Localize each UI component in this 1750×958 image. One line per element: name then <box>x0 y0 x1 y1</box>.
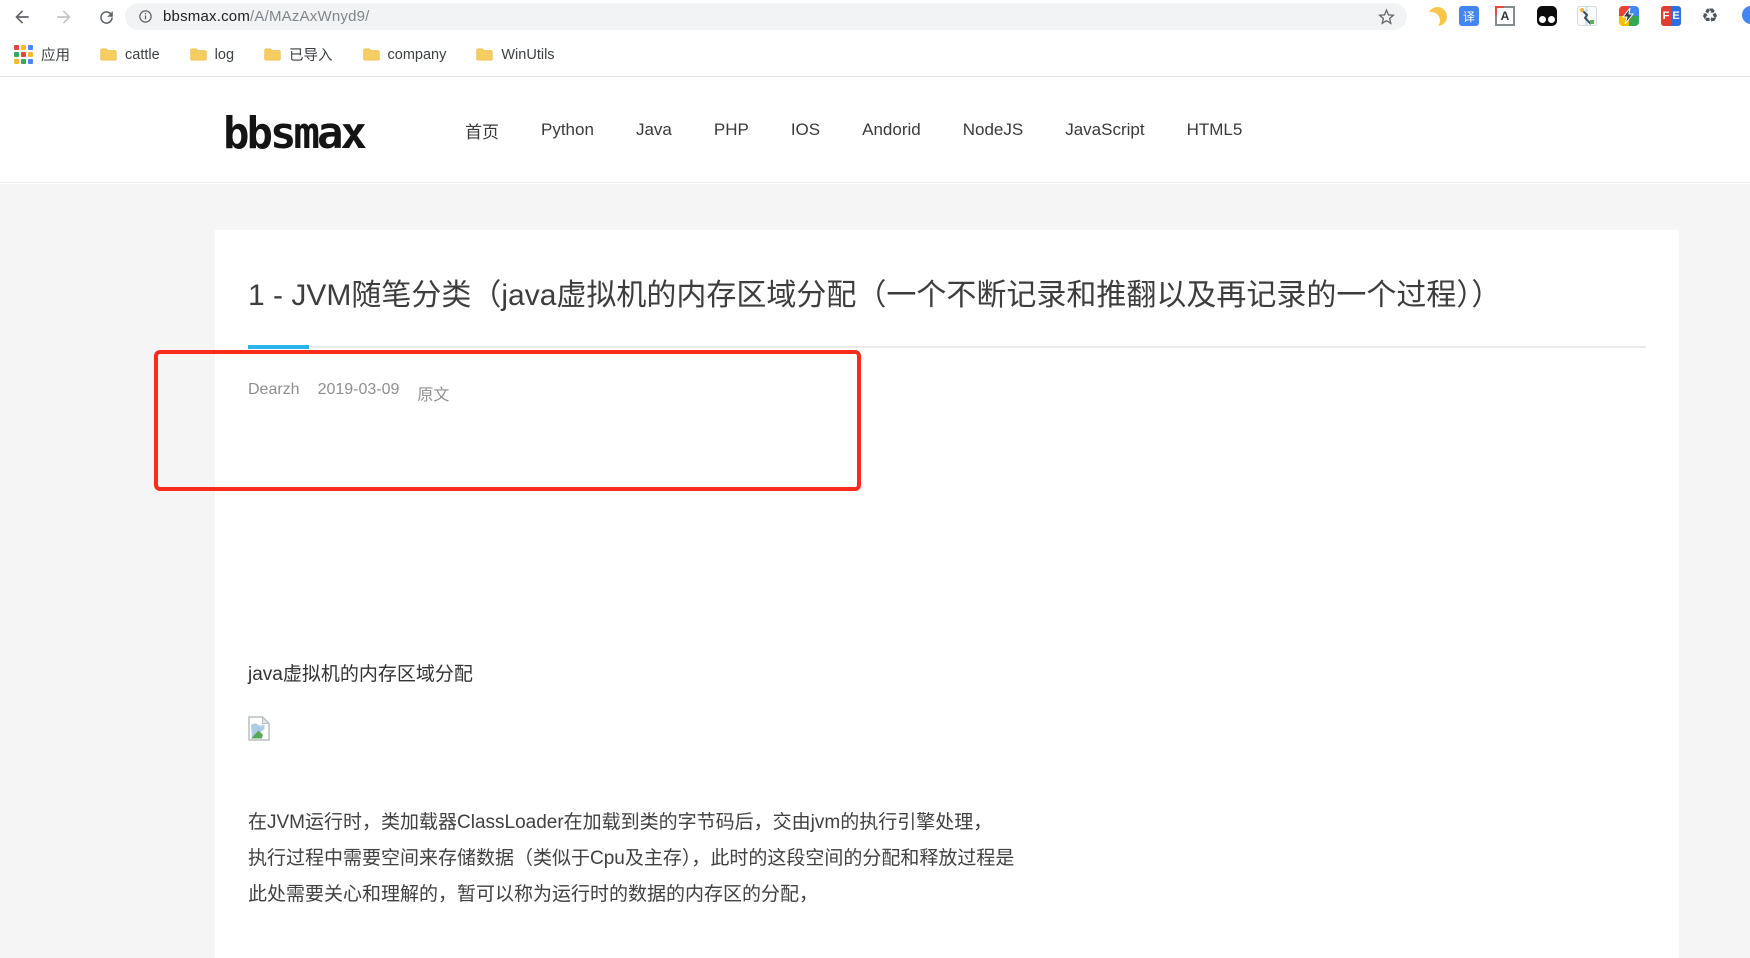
article-meta: Dearzh 2019-03-09 原文 <box>248 381 449 405</box>
article-card: 1 - JVM随笔分类（java虚拟机的内存区域分配（一个不断记录和推翻以及再记… <box>215 230 1679 958</box>
bookmark-folder-company[interactable]: company <box>363 47 447 63</box>
dark-mode-extension-button[interactable] <box>1426 5 1448 27</box>
nav-item-android[interactable]: Andorid <box>862 120 921 140</box>
nav-item-java[interactable]: Java <box>636 120 672 140</box>
panda-eyes-icon <box>1537 6 1557 26</box>
folder-icon <box>363 47 380 62</box>
url-text: bbsmax.com/A/MAzAxWnyd9/ <box>163 8 370 25</box>
url-domain: bbsmax.com <box>163 8 250 25</box>
lightning-icon <box>1619 6 1639 26</box>
star-icon <box>1377 7 1396 26</box>
bookmark-folder-log[interactable]: log <box>190 47 234 63</box>
source-link[interactable]: 原文 <box>417 381 449 405</box>
apps-shortcut[interactable]: 应用 <box>14 44 70 65</box>
page-background: 1 - JVM随笔分类（java虚拟机的内存区域分配（一个不断记录和推翻以及再记… <box>0 184 1750 958</box>
nav-item-php[interactable]: PHP <box>714 120 749 140</box>
partial-extension-icon[interactable] <box>1742 6 1750 24</box>
site-info-icon[interactable] <box>138 9 153 24</box>
fehelper-extension-button[interactable]: FE <box>1660 5 1682 27</box>
site-header: bbsmax 首页 Python Java PHP IOS Andorid No… <box>0 78 1750 183</box>
recycle-extension-button[interactable]: ♻ <box>1699 5 1721 27</box>
folder-icon <box>476 47 493 62</box>
map-extension-button[interactable] <box>1576 5 1598 27</box>
bookmarks-bar: 应用 cattle log 已导入 company WinUtils <box>0 33 1750 77</box>
apps-grid-icon <box>14 45 33 64</box>
refresh-button[interactable] <box>92 3 120 31</box>
nav-item-ios[interactable]: IOS <box>791 120 820 140</box>
folder-label: WinUtils <box>501 47 554 63</box>
paragraph-line: 在JVM运行时，类加载器ClassLoader在加载到类的字节码后，交由jvm的… <box>248 805 1014 841</box>
article-paragraph: 在JVM运行时，类加载器ClassLoader在加载到类的字节码后，交由jvm的… <box>248 805 1014 913</box>
folder-icon <box>190 47 207 62</box>
back-icon <box>12 7 32 27</box>
forward-button[interactable] <box>50 3 78 31</box>
nav-item-python[interactable]: Python <box>541 120 594 140</box>
section-heading: java虚拟机的内存区域分配 <box>248 659 473 686</box>
nav-item-javascript[interactable]: JavaScript <box>1065 120 1144 140</box>
nav-item-html5[interactable]: HTML5 <box>1187 120 1243 140</box>
article-title: 1 - JVM随笔分类（java虚拟机的内存区域分配（一个不断记录和推翻以及再记… <box>248 270 1648 314</box>
author-name[interactable]: Dearzh <box>248 381 300 405</box>
folder-label: 已导入 <box>289 44 333 65</box>
bookmark-star-button[interactable] <box>1377 7 1396 26</box>
browser-toolbar: bbsmax.com/A/MAzAxWnyd9/ 译 A FE ♻ <box>0 0 1750 33</box>
folder-label: company <box>388 47 447 63</box>
title-divider <box>248 346 1646 348</box>
broken-image-icon <box>248 716 270 746</box>
refresh-icon <box>97 8 116 27</box>
forward-icon <box>54 7 74 27</box>
folder-label: log <box>215 47 234 63</box>
reader-extension-button[interactable]: A <box>1494 5 1516 27</box>
folder-icon <box>264 47 281 62</box>
folder-icon <box>100 47 117 62</box>
route-map-icon <box>1577 6 1597 26</box>
translate-extension-button[interactable]: 译 <box>1458 5 1480 27</box>
folder-label: cattle <box>125 47 160 63</box>
back-button[interactable] <box>8 3 36 31</box>
main-nav: 首页 Python Java PHP IOS Andorid NodeJS Ja… <box>465 78 1242 182</box>
speed-extension-button[interactable] <box>1618 5 1640 27</box>
publish-date: 2019-03-09 <box>318 381 400 405</box>
site-logo[interactable]: bbsmax <box>223 108 364 159</box>
apps-label: 应用 <box>41 44 70 65</box>
moon-icon <box>1428 7 1447 26</box>
title-divider-accent <box>248 345 309 349</box>
url-path: /A/MAzAxWnyd9/ <box>250 8 370 25</box>
nav-item-nodejs[interactable]: NodeJS <box>963 120 1023 140</box>
translate-icon: 译 <box>1459 6 1479 26</box>
nav-item-home[interactable]: 首页 <box>465 118 499 143</box>
bookmark-folder-cattle[interactable]: cattle <box>100 47 160 63</box>
fe-icon: FE <box>1661 6 1681 26</box>
panda-extension-button[interactable] <box>1536 5 1558 27</box>
bookmark-folder-imported[interactable]: 已导入 <box>264 44 333 65</box>
recycle-icon: ♻ <box>1701 7 1718 26</box>
bookmark-folder-winutils[interactable]: WinUtils <box>476 47 554 63</box>
paragraph-line: 此处需要关心和理解的，暂可以称为运行时的数据的内存区的分配， <box>248 877 1014 913</box>
url-bar[interactable]: bbsmax.com/A/MAzAxWnyd9/ <box>125 3 1407 30</box>
reader-a-icon: A <box>1495 6 1515 26</box>
paragraph-line: 执行过程中需要空间来存储数据（类似于Cpu及主存），此时的这段空间的分配和释放过… <box>248 841 1014 877</box>
